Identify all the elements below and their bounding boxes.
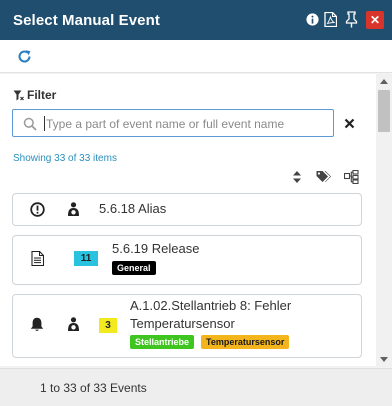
event-name-line2: Temperatursensor bbox=[130, 316, 235, 331]
scroll-down-arrow[interactable] bbox=[380, 357, 388, 362]
filter-label: Filter bbox=[13, 88, 56, 102]
footer: 1 to 33 of 33 Events bbox=[0, 368, 392, 406]
assign-user-icon bbox=[66, 316, 82, 332]
tags-button[interactable] bbox=[316, 170, 332, 186]
sort-icon bbox=[293, 171, 301, 183]
tag-badge: Temperatursensor bbox=[201, 335, 290, 349]
document-icon bbox=[29, 250, 45, 266]
event-panel: Filter Showing 33 of 33 items 5.6.18 Ali… bbox=[0, 74, 376, 366]
exclamation-circle-icon bbox=[29, 201, 45, 217]
list-item[interactable]: 3 A.1.02.Stellantrieb 8: Fehler Temperat… bbox=[12, 294, 362, 358]
tags-icon bbox=[316, 171, 331, 182]
event-name-line1: A.1.02.Stellantrieb 8: Fehler bbox=[130, 298, 292, 313]
count-badge: 11 bbox=[74, 251, 98, 266]
assign-user-icon bbox=[66, 201, 82, 217]
tag-badge: General bbox=[112, 261, 156, 275]
toolbar bbox=[0, 40, 392, 73]
clear-filter-button[interactable] bbox=[338, 112, 360, 134]
refresh-icon bbox=[18, 50, 31, 63]
pagination-text: 1 to 33 of 33 Events bbox=[40, 381, 147, 395]
close-icon: ✕ bbox=[369, 13, 381, 27]
hierarchy-button[interactable] bbox=[343, 169, 360, 186]
hierarchy-icon bbox=[343, 169, 359, 185]
close-button[interactable]: ✕ bbox=[366, 11, 384, 29]
search-icon bbox=[23, 117, 37, 131]
pdf-icon[interactable] bbox=[322, 10, 338, 28]
title-bar: Select Manual Event ✕ bbox=[0, 0, 392, 40]
clear-icon bbox=[344, 118, 354, 128]
search-input[interactable] bbox=[46, 115, 326, 133]
refresh-button[interactable] bbox=[16, 48, 33, 65]
text-cursor bbox=[44, 116, 45, 131]
event-name: 5.6.18 Alias bbox=[99, 201, 167, 216]
list-item[interactable]: 5.6.18 Alias bbox=[12, 193, 362, 226]
item-count-text: Showing 33 of 33 items bbox=[13, 153, 117, 164]
scroll-thumb[interactable] bbox=[378, 90, 390, 132]
scrollbar[interactable] bbox=[376, 74, 392, 366]
count-badge: 3 bbox=[99, 318, 117, 333]
pin-icon[interactable] bbox=[343, 10, 359, 28]
filter-icon bbox=[13, 90, 24, 100]
scroll-up-arrow[interactable] bbox=[380, 79, 388, 84]
event-name: 5.6.19 Release bbox=[112, 241, 200, 256]
search-box[interactable] bbox=[12, 109, 334, 137]
list-item[interactable]: 11 5.6.19 Release General bbox=[12, 235, 362, 285]
window-title: Select Manual Event bbox=[13, 12, 160, 29]
info-icon[interactable] bbox=[304, 10, 320, 28]
sort-button[interactable] bbox=[292, 170, 302, 186]
bell-icon bbox=[29, 316, 45, 332]
tag-badge: Stellantriebe bbox=[130, 335, 195, 349]
